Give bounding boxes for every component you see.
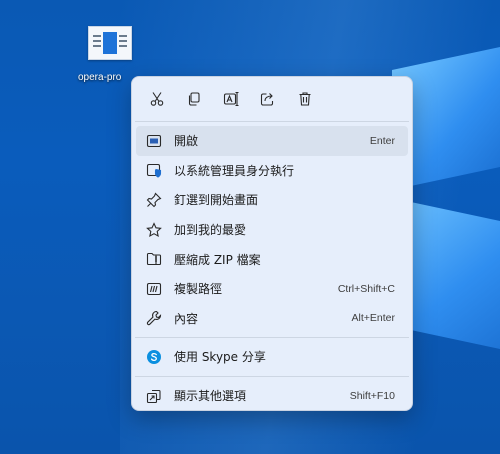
- menu-item-pin-to-start[interactable]: 釘選到開始畫面: [136, 185, 408, 215]
- skype-icon: [147, 349, 161, 364]
- share-button[interactable]: [255, 86, 281, 112]
- more-options-icon: [146, 389, 161, 403]
- wrench-icon: [146, 311, 162, 326]
- rename-button[interactable]: [218, 86, 244, 112]
- copy-icon: [188, 92, 200, 106]
- menu-item-add-to-favorites[interactable]: 加到我的最愛: [136, 215, 408, 245]
- star-icon: [146, 221, 162, 237]
- admin-shield-icon: [146, 164, 162, 179]
- context-menu-toolbar: [132, 77, 412, 121]
- zip-folder-icon: [146, 253, 162, 266]
- menu-item-run-as-admin[interactable]: 以系統管理員身分執行: [136, 156, 408, 186]
- menu-item-show-more-options[interactable]: 顯示其他選項 Shift+F10: [136, 381, 408, 410]
- delete-button[interactable]: [292, 86, 318, 112]
- pin-icon: [146, 192, 162, 208]
- menu-item-copy-path[interactable]: 複製路徑 Ctrl+Shift+C: [136, 274, 408, 304]
- menu-item-share-skype[interactable]: 使用 Skype 分享: [136, 342, 408, 372]
- cut-button[interactable]: [144, 86, 170, 112]
- menu-item-open[interactable]: 開啟 Enter: [136, 126, 408, 156]
- rename-icon: [223, 91, 239, 107]
- menu-item-properties[interactable]: 內容 Alt+Enter: [136, 304, 408, 334]
- open-window-icon: [146, 134, 162, 147]
- desktop-file-icon[interactable]: opera-pro: [78, 26, 142, 83]
- copy-path-icon: [146, 282, 162, 295]
- menu-item-compress-zip[interactable]: 壓縮成 ZIP 檔案: [136, 244, 408, 274]
- scissors-icon: [150, 92, 164, 106]
- desktop-background: opera-pro 開啟 Enter 以系統管理員身分執行 釘選到開始畫面 加到…: [0, 0, 500, 454]
- file-thumbnail-icon: [88, 26, 132, 60]
- context-menu: 開啟 Enter 以系統管理員身分執行 釘選到開始畫面 加到我的最愛 壓縮成 Z…: [131, 76, 413, 411]
- copy-button[interactable]: [181, 86, 207, 112]
- trash-icon: [299, 92, 311, 106]
- share-icon: [260, 93, 274, 106]
